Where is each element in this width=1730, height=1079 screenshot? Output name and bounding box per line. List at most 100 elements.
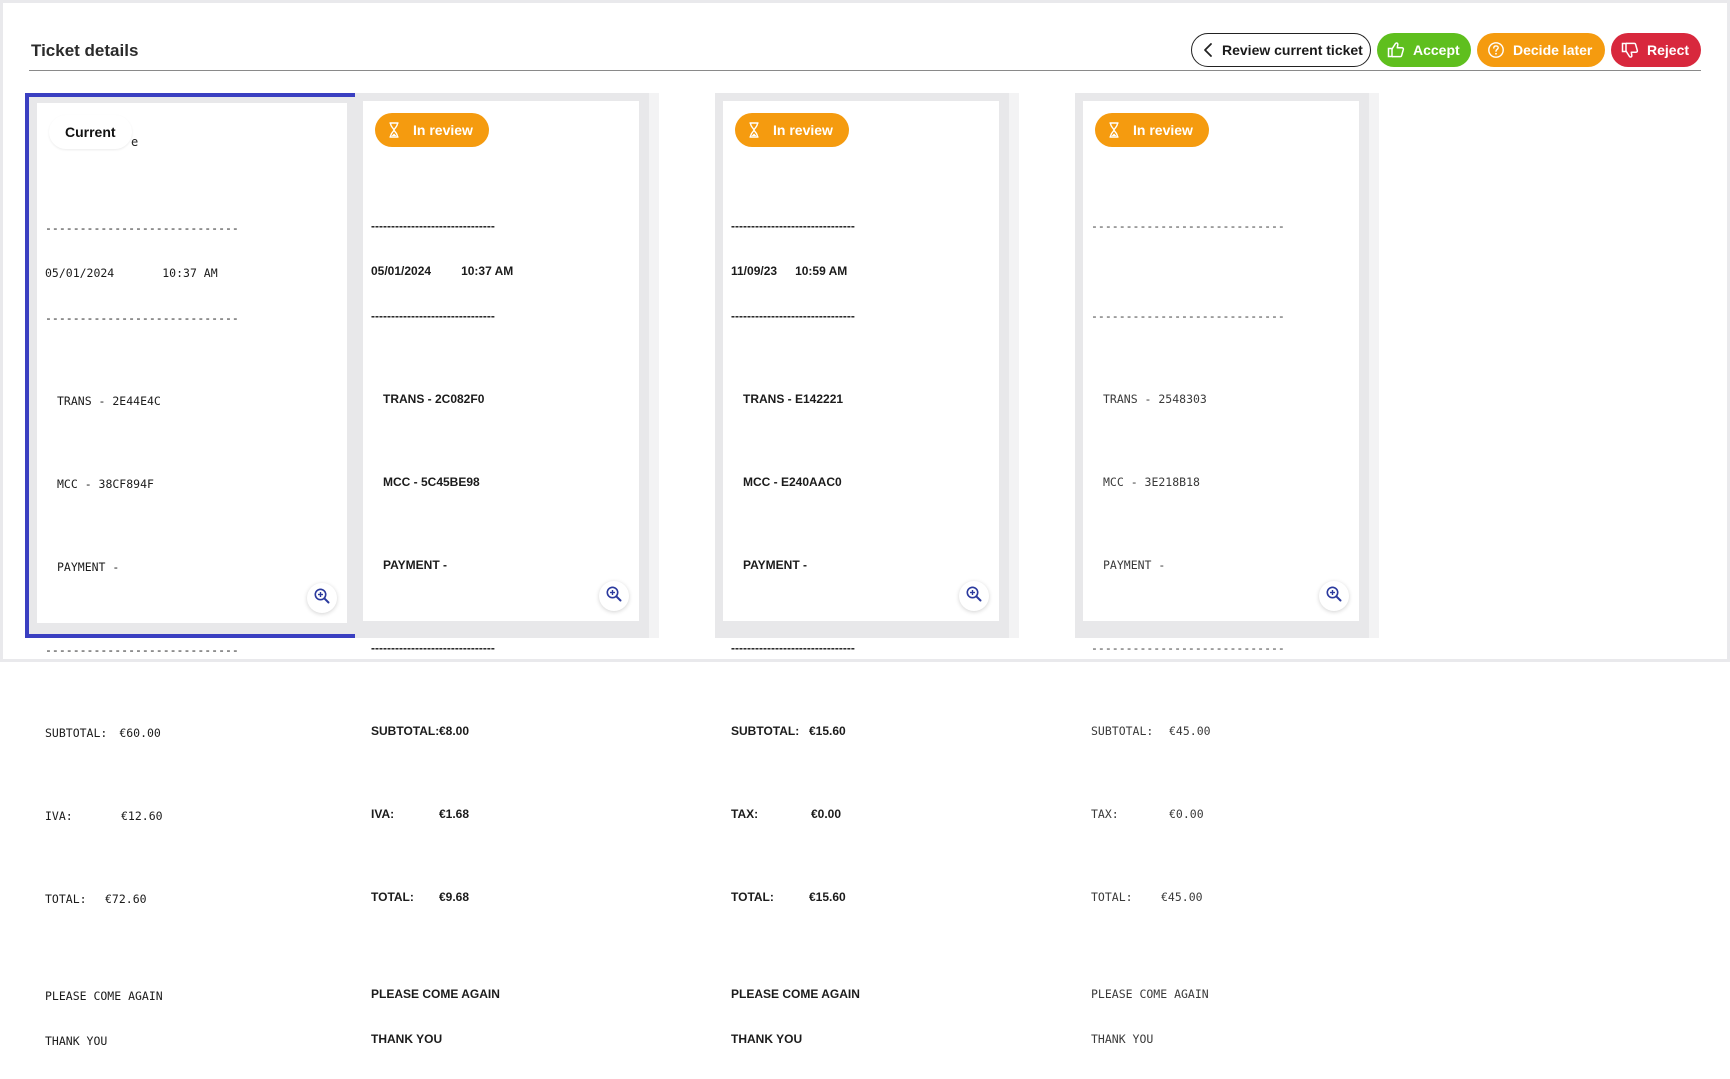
separator: ------------------------------- bbox=[731, 309, 855, 323]
receipt-date: 05/01/2024 bbox=[45, 266, 115, 280]
ticket-card[interactable]: In review ------------------------------… bbox=[355, 93, 659, 1046]
ticket-receipt-image: e Current ---------------------------- 0… bbox=[37, 103, 347, 1048]
accept-button[interactable]: Accept bbox=[1377, 33, 1471, 67]
ticket-card-current[interactable]: e Current ---------------------------- 0… bbox=[25, 93, 371, 1048]
receipt-text: ------------------------------- 05/01/20… bbox=[371, 189, 631, 1077]
ticket-receipt-image: In review ------------------------------… bbox=[363, 101, 639, 1046]
receipt-payment: PAYMENT - bbox=[383, 558, 448, 572]
card-edge bbox=[649, 93, 659, 638]
receipt-trans: TRANS - 2E44E4C bbox=[57, 394, 161, 408]
ticket-receipt-image: In review ---------------------------- -… bbox=[1083, 101, 1359, 1046]
subtotal-value: €60.00 bbox=[119, 726, 161, 740]
receipt-payment: PAYMENT - bbox=[1103, 558, 1166, 572]
hourglass-icon bbox=[385, 121, 403, 139]
card-edge bbox=[1009, 93, 1019, 638]
thumbs-down-icon bbox=[1621, 39, 1639, 61]
receipt-datetime: 05/01/2024 10:37 AM bbox=[45, 266, 339, 281]
status-badge-label: In review bbox=[413, 122, 473, 138]
status-badge-label: Current bbox=[65, 124, 116, 140]
receipt-mcc: MCC - 38CF894F bbox=[57, 477, 154, 491]
receipt-subtotal-row: SUBTOTAL: €45.00 bbox=[1091, 724, 1351, 739]
separator: ---------------------------- bbox=[1091, 309, 1285, 323]
total-label: TOTAL: bbox=[371, 890, 414, 904]
ticket-details-panel: Ticket details Review current ticket Acc… bbox=[0, 0, 1730, 1048]
total-label: TOTAL: bbox=[45, 892, 87, 906]
receipt-datetime: 11/09/23 10:59 AM bbox=[731, 264, 991, 279]
zoom-in-icon bbox=[965, 585, 983, 607]
status-badge: In review bbox=[1095, 113, 1209, 147]
receipt-date: 11/09/23 bbox=[731, 264, 778, 278]
accept-label: Accept bbox=[1413, 42, 1460, 58]
receipt-footer-line2: THANK YOU bbox=[1091, 1032, 1154, 1046]
card-edge bbox=[1369, 93, 1379, 638]
receipt-total-row: TOTAL: €45.00 bbox=[1091, 890, 1351, 905]
hourglass-icon bbox=[1105, 121, 1123, 139]
tax-label: IVA: bbox=[371, 807, 395, 821]
subtotal-value: €8.00 bbox=[439, 724, 470, 738]
total-label: TOTAL: bbox=[731, 890, 774, 904]
tax-label: TAX: bbox=[731, 807, 759, 821]
receipt-trans: TRANS - 2548303 bbox=[1103, 392, 1207, 406]
separator: ---------------------------- bbox=[45, 643, 239, 657]
review-current-ticket-button[interactable]: Review current ticket bbox=[1191, 33, 1371, 67]
status-badge: In review bbox=[735, 113, 849, 147]
receipt-payment: PAYMENT - bbox=[57, 560, 120, 574]
panel-header: Ticket details Review current ticket Acc… bbox=[29, 33, 1701, 71]
review-current-ticket-label: Review current ticket bbox=[1222, 42, 1363, 58]
receipt-footer-line2: THANK YOU bbox=[45, 1034, 108, 1048]
total-value: €9.68 bbox=[439, 890, 470, 904]
thumbs-up-icon bbox=[1387, 39, 1405, 61]
receipt-tax-row: IVA: €1.68 bbox=[371, 807, 631, 822]
decide-later-label: Decide later bbox=[1513, 42, 1593, 58]
total-value: €15.60 bbox=[809, 890, 846, 904]
receipt-time: 10:59 AM bbox=[795, 264, 848, 278]
receipt-mcc: MCC - 3E218B18 bbox=[1103, 475, 1200, 489]
subtotal-value: €45.00 bbox=[1169, 724, 1211, 738]
separator: ------------------------------- bbox=[371, 219, 495, 233]
zoom-in-icon bbox=[313, 587, 331, 609]
status-badge: Current bbox=[49, 115, 132, 149]
separator: ------------------------------- bbox=[731, 641, 855, 655]
separator: ---------------------------- bbox=[45, 311, 239, 325]
receipt-datetime: 05/01/2024 10:37 AM bbox=[371, 264, 631, 279]
reject-button[interactable]: Reject bbox=[1611, 33, 1701, 67]
receipt-total-row: TOTAL: €15.60 bbox=[731, 890, 991, 905]
subtotal-label: SUBTOTAL: bbox=[731, 724, 800, 738]
separator: ---------------------------- bbox=[1091, 641, 1285, 655]
zoom-in-button[interactable] bbox=[307, 583, 337, 613]
receipt-footer-line2: THANK YOU bbox=[371, 1032, 443, 1046]
tax-value: €0.00 bbox=[1169, 807, 1204, 821]
zoom-in-icon bbox=[1325, 585, 1343, 607]
receipt-time: 10:37 AM bbox=[162, 266, 218, 280]
tax-value: €1.68 bbox=[439, 807, 470, 821]
receipt-tax-row: IVA: €12.60 bbox=[45, 809, 339, 824]
zoom-in-button[interactable] bbox=[959, 581, 989, 611]
receipt-total-row: TOTAL: €9.68 bbox=[371, 890, 631, 905]
receipt-footer-line1: PLEASE COME AGAIN bbox=[371, 987, 500, 1001]
receipt-tax-row: TAX: €0.00 bbox=[1091, 807, 1351, 822]
zoom-in-button[interactable] bbox=[1319, 581, 1349, 611]
tax-label: TAX: bbox=[1091, 807, 1119, 821]
total-value: €72.60 bbox=[105, 892, 147, 906]
page-title: Ticket details bbox=[31, 41, 139, 60]
receipt-mcc: MCC - 5C45BE98 bbox=[383, 475, 480, 489]
receipt-trans: TRANS - E142221 bbox=[743, 392, 844, 406]
tax-value: €0.00 bbox=[811, 807, 842, 821]
ticket-card[interactable]: In review ------------------------------… bbox=[715, 93, 1019, 1046]
receipt-footer-line1: PLEASE COME AGAIN bbox=[731, 987, 860, 1001]
separator: ------------------------------- bbox=[731, 219, 855, 233]
hourglass-icon bbox=[745, 121, 763, 139]
separator: ---------------------------- bbox=[1091, 219, 1285, 233]
total-label: TOTAL: bbox=[1091, 890, 1133, 904]
receipt-total-row: TOTAL: €72.60 bbox=[45, 892, 339, 907]
zoom-in-button[interactable] bbox=[599, 581, 629, 611]
ticket-card[interactable]: In review ---------------------------- -… bbox=[1075, 93, 1379, 1046]
receipt-footer-line2: THANK YOU bbox=[731, 1032, 803, 1046]
action-bar: Review current ticket Accept Decide late… bbox=[1191, 33, 1701, 67]
receipt-trans: TRANS - 2C082F0 bbox=[383, 392, 485, 406]
subtotal-value: €15.60 bbox=[809, 724, 846, 738]
decide-later-button[interactable]: Decide later bbox=[1477, 33, 1605, 67]
receipt-text: ---------------------------- 05/01/2024 1… bbox=[45, 191, 339, 1079]
subtotal-label: SUBTOTAL: bbox=[45, 726, 108, 740]
receipt-mcc: MCC - E240AAC0 bbox=[743, 475, 842, 489]
